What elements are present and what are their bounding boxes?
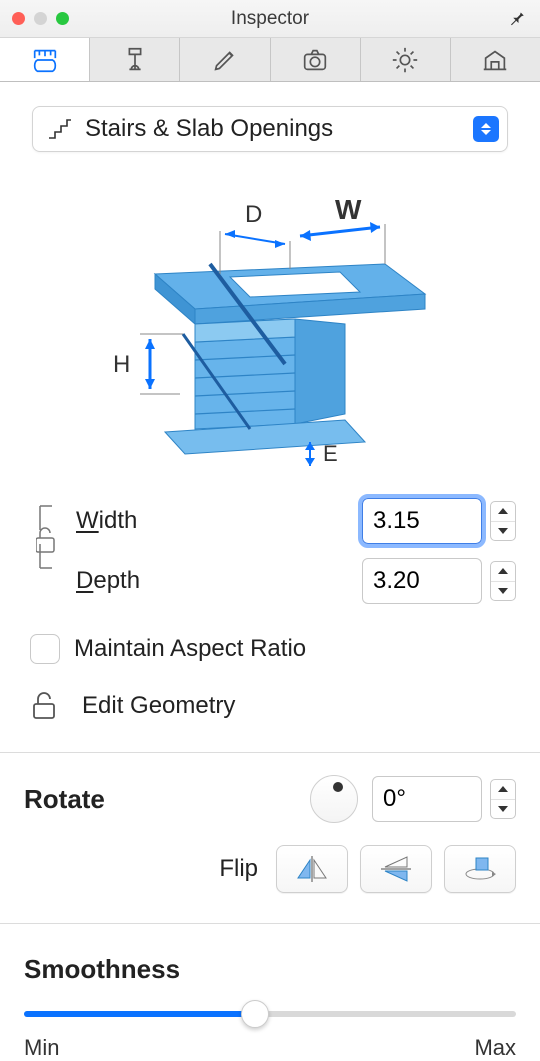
- flip-vertical-icon: [379, 854, 413, 884]
- maintain-aspect-label: Maintain Aspect Ratio: [74, 635, 306, 663]
- width-step-down[interactable]: [491, 522, 515, 541]
- stairs-diagram: D W H E: [24, 174, 516, 474]
- inspector-tabs: [0, 38, 540, 82]
- diagram-w-label: W: [335, 194, 362, 225]
- flip-rotate-button[interactable]: [444, 845, 516, 893]
- tab-dimensions[interactable]: [0, 38, 90, 81]
- edit-geometry-button[interactable]: Edit Geometry: [24, 690, 516, 722]
- selector-label: Stairs & Slab Openings: [85, 115, 333, 143]
- smoothness-max-label: Max: [474, 1035, 516, 1061]
- width-step-up[interactable]: [491, 502, 515, 522]
- depth-input[interactable]: [362, 558, 482, 604]
- depth-label: Depth: [76, 567, 362, 595]
- stairs-icon: [47, 118, 73, 140]
- flip-label: Flip: [219, 855, 258, 883]
- flip-horizontal-button[interactable]: [276, 845, 348, 893]
- titlebar: Inspector: [0, 0, 540, 38]
- diagram-h-label: H: [113, 351, 130, 378]
- smoothness-label: Smoothness: [24, 954, 180, 984]
- window-controls: [0, 12, 69, 25]
- flip-horizontal-icon: [295, 854, 329, 884]
- tab-camera[interactable]: [271, 38, 361, 81]
- tab-materials[interactable]: [90, 38, 180, 81]
- lock-aspect-icon[interactable]: [30, 502, 76, 572]
- divider-2: [0, 923, 540, 924]
- tab-lighting[interactable]: [361, 38, 451, 81]
- depth-step-up[interactable]: [491, 562, 515, 582]
- width-input[interactable]: [362, 498, 482, 544]
- smoothness-slider[interactable]: [24, 1011, 516, 1017]
- slider-thumb[interactable]: [241, 1000, 269, 1028]
- divider: [0, 752, 540, 753]
- rotate-label: Rotate: [24, 784, 105, 815]
- edit-geometry-label: Edit Geometry: [82, 692, 235, 720]
- rotate-step-down[interactable]: [491, 800, 515, 819]
- tab-building[interactable]: [451, 38, 540, 81]
- width-label: Width: [76, 507, 362, 535]
- object-type-selector[interactable]: Stairs & Slab Openings: [32, 106, 508, 152]
- zoom-window-button[interactable]: [56, 12, 69, 25]
- width-stepper[interactable]: [490, 501, 516, 541]
- minimize-window-button[interactable]: [34, 12, 47, 25]
- diagram-d-label: D: [245, 201, 262, 228]
- rotate-dial[interactable]: [310, 775, 358, 823]
- tab-edit[interactable]: [180, 38, 270, 81]
- edit-geometry-icon: [30, 690, 62, 722]
- flip-vertical-button[interactable]: [360, 845, 432, 893]
- rotate-step-up[interactable]: [491, 780, 515, 800]
- rotate-stepper[interactable]: [490, 779, 516, 819]
- rotate-input[interactable]: [372, 776, 482, 822]
- pin-icon[interactable]: [508, 8, 526, 31]
- rotate-3d-icon: [463, 854, 497, 884]
- window-title: Inspector: [0, 8, 540, 30]
- dropdown-chevron-icon: [473, 116, 499, 142]
- depth-stepper[interactable]: [490, 561, 516, 601]
- close-window-button[interactable]: [12, 12, 25, 25]
- slider-fill: [24, 1011, 255, 1017]
- depth-step-down[interactable]: [491, 582, 515, 601]
- maintain-aspect-checkbox[interactable]: [30, 634, 60, 664]
- diagram-e-label: E: [323, 441, 338, 466]
- smoothness-min-label: Min: [24, 1035, 59, 1061]
